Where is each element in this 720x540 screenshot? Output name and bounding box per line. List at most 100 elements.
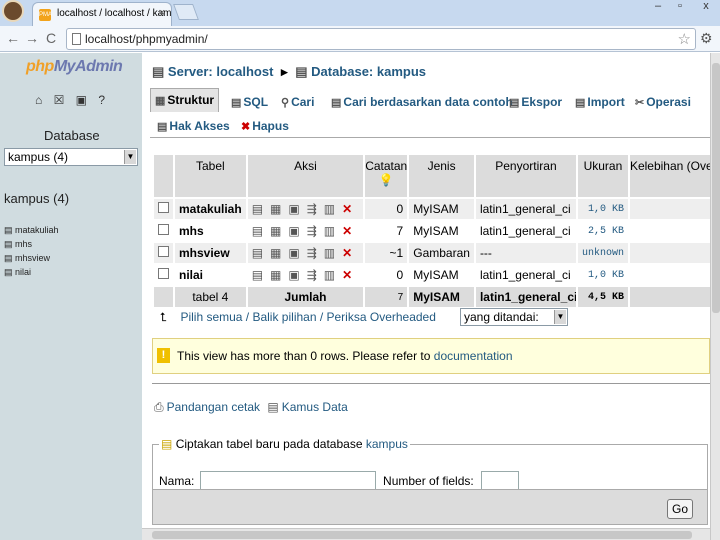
column-header-ukuran[interactable]: Ukuran: [577, 155, 628, 197]
size[interactable]: 1,0 KB: [577, 199, 628, 219]
horizontal-scroll-thumb[interactable]: [152, 531, 692, 539]
browse-icon[interactable]: ▤: [252, 246, 263, 260]
with-selected-value: yang ditandai:: [464, 310, 539, 324]
documentation-link[interactable]: documentation: [434, 349, 513, 363]
legend-db-link[interactable]: kampus: [366, 437, 408, 451]
breadcrumb-database[interactable]: Database: kampus: [311, 64, 426, 79]
horizontal-scrollbar[interactable]: [142, 528, 710, 540]
warning-icon: !: [157, 348, 170, 363]
wrench-icon[interactable]: ⚙: [700, 30, 713, 47]
search-icon[interactable]: ▣: [288, 224, 299, 238]
table-link-mhs[interactable]: mhs: [4, 237, 59, 251]
column-header-catatan[interactable]: Catatan 💡: [365, 155, 408, 197]
column-header-jenis[interactable]: Jenis: [409, 155, 474, 197]
browser-tab[interactable]: PMA localhost / localhost / kampus ×: [32, 2, 172, 26]
check-all-link[interactable]: Pilih semua / Balik pilihan / Periksa Ov…: [180, 310, 435, 324]
minimize-icon[interactable]: –: [648, 0, 668, 16]
breadcrumb-server[interactable]: Server: localhost: [168, 64, 274, 79]
row-checkbox[interactable]: [154, 199, 173, 219]
search-icon[interactable]: ▣: [288, 202, 299, 216]
back-arrow-icon[interactable]: ←: [6, 30, 20, 46]
checkbox[interactable]: [158, 268, 169, 279]
table-link-matakuliah[interactable]: matakuliah: [4, 223, 59, 237]
drop-icon[interactable]: ✕: [342, 268, 352, 282]
new-tab-button[interactable]: [173, 4, 199, 20]
tab-import[interactable]: ▤ Import: [570, 90, 630, 114]
vertical-scrollbar[interactable]: [710, 53, 720, 540]
table-name[interactable]: matakuliah: [175, 199, 246, 219]
empty-icon[interactable]: ▥: [324, 246, 335, 260]
data-dictionary-link[interactable]: Kamus Data: [282, 400, 348, 414]
row-count: 0: [365, 199, 408, 219]
tab-sql[interactable]: ▤ SQL: [226, 90, 273, 114]
with-selected-select[interactable]: yang ditandai: ▼: [460, 308, 568, 326]
structure-icon[interactable]: ▦: [270, 224, 281, 238]
empty-icon[interactable]: ▥: [324, 202, 335, 216]
logo-myadmin: MyAdmin: [53, 58, 123, 75]
tab-cari[interactable]: ⚲ Cari: [276, 90, 319, 114]
checkbox[interactable]: [158, 202, 169, 213]
empty-icon[interactable]: ▥: [324, 224, 335, 238]
maximize-icon[interactable]: ▫: [670, 0, 690, 16]
table-link-mhsview[interactable]: mhsview: [4, 251, 59, 265]
column-header-kelebihan[interactable]: Kelebihan (Overhead): [629, 155, 720, 197]
forward-arrow-icon[interactable]: →: [25, 30, 39, 46]
browse-icon[interactable]: ▤: [252, 224, 263, 238]
insert-icon[interactable]: ⇶: [307, 202, 317, 216]
size[interactable]: 2,5 KB: [577, 221, 628, 241]
drop-icon[interactable]: ✕: [342, 224, 352, 238]
home-query-docs-icons[interactable]: ⌂ ☒ ▣ ?: [35, 93, 109, 107]
tab-operasi[interactable]: ✂ Operasi: [630, 90, 696, 114]
drop-icon[interactable]: ✕: [342, 246, 352, 260]
profile-avatar[interactable]: [2, 0, 24, 22]
go-button[interactable]: Go: [667, 499, 693, 519]
search-icon[interactable]: ▣: [288, 246, 299, 260]
tab-ekspor[interactable]: ▤ Ekspor: [504, 90, 567, 114]
bookmark-star-icon[interactable]: ☆: [678, 30, 691, 48]
operations-icon: ✂: [635, 97, 645, 109]
notice-text: This view has more than 0 rows. Please r…: [177, 349, 434, 363]
tab-struktur[interactable]: ▦ Struktur: [150, 88, 220, 112]
row-checkbox[interactable]: [154, 265, 173, 285]
search-icon[interactable]: ▣: [288, 268, 299, 282]
insert-icon[interactable]: ⇶: [307, 246, 317, 260]
column-header-penyortiran[interactable]: Penyortiran: [475, 155, 576, 197]
close-tab-icon[interactable]: ×: [159, 7, 165, 19]
browse-icon[interactable]: ▤: [252, 202, 263, 216]
table-link-nilai[interactable]: nilai: [4, 265, 59, 279]
phpmyadmin-logo[interactable]: phpMyAdmin: [26, 58, 123, 76]
checkbox[interactable]: [158, 246, 169, 257]
database-heading[interactable]: kampus (4): [4, 191, 69, 206]
vertical-scroll-thumb[interactable]: [712, 63, 720, 313]
structure-icon[interactable]: ▦: [270, 202, 281, 216]
reload-icon[interactable]: C: [46, 30, 56, 46]
table-name[interactable]: mhsview: [175, 243, 246, 263]
row-checkbox[interactable]: [154, 221, 173, 241]
column-header-tabel[interactable]: Tabel: [175, 155, 246, 197]
empty-icon[interactable]: ▥: [324, 268, 335, 282]
drop-icon[interactable]: ✕: [342, 202, 352, 216]
tab-cari-contoh[interactable]: ▤ Cari berdasarkan data contoh: [326, 90, 518, 114]
structure-icon[interactable]: ▦: [270, 246, 281, 260]
tab-hapus[interactable]: ✖ Hapus: [236, 114, 294, 138]
checkbox[interactable]: [158, 224, 169, 235]
browse-icon[interactable]: ▤: [252, 268, 263, 282]
tab-label: Import: [587, 95, 625, 109]
database-select[interactable]: kampus (4) ▼: [4, 148, 138, 166]
table-name[interactable]: nilai: [175, 265, 246, 285]
insert-icon[interactable]: ⇶: [307, 268, 317, 282]
summary-table-count: tabel 4: [175, 287, 246, 307]
tab-label: Cari berdasarkan data contoh: [343, 95, 513, 109]
close-window-icon[interactable]: x: [696, 0, 716, 16]
tab-hak-akses[interactable]: ▤ Hak Akses: [152, 114, 235, 138]
insert-icon[interactable]: ⇶: [307, 224, 317, 238]
structure-icon: ▦: [155, 95, 166, 107]
print-view-link[interactable]: Pandangan cetak: [167, 400, 260, 414]
table-name[interactable]: mhs: [175, 221, 246, 241]
row-checkbox[interactable]: [154, 243, 173, 263]
address-bar[interactable]: localhost/phpmyadmin/ ☆: [66, 28, 696, 50]
drop-icon: ✖: [241, 121, 251, 133]
table-row: matakuliah ▤ ▦ ▣ ⇶ ▥ ✕ 0 MyISAM latin1_genera…: [154, 199, 720, 219]
structure-icon[interactable]: ▦: [270, 268, 281, 282]
size[interactable]: 1,0 KB: [577, 265, 628, 285]
